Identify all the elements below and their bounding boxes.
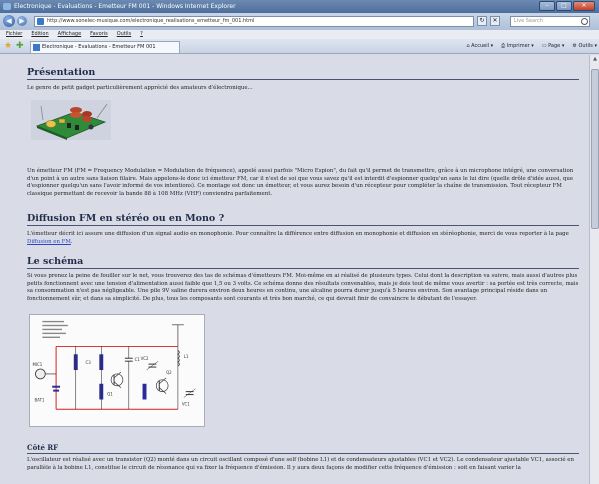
tab-page-icon bbox=[33, 44, 40, 51]
favorites-star-icon[interactable]: ★ bbox=[4, 42, 12, 51]
window-controls: – □ ✕ bbox=[539, 1, 595, 11]
mic-label: MIC1 bbox=[33, 362, 43, 367]
menu-affichage[interactable]: Affichage bbox=[58, 30, 82, 39]
section-presentation: Présentation Le genre de petit gadget pa… bbox=[27, 67, 579, 93]
refresh-icon[interactable]: ↻ bbox=[477, 16, 487, 26]
pcb-photo bbox=[31, 100, 111, 140]
diffusion-fm-link[interactable]: Diffusion en FM bbox=[27, 239, 71, 245]
vertical-scrollbar[interactable]: ▲ bbox=[589, 55, 599, 484]
ie-icon bbox=[3, 3, 11, 10]
page-label: Page bbox=[548, 43, 561, 49]
address-tools: ↻ ✕ bbox=[477, 16, 500, 26]
page-menu-button[interactable]: ▭ Page ▾ bbox=[542, 42, 565, 51]
heading-schema: Le schéma bbox=[27, 256, 579, 269]
menu-help[interactable]: ? bbox=[140, 30, 143, 39]
print-label: Imprimer bbox=[506, 43, 530, 49]
menu-favoris[interactable]: Favoris bbox=[90, 30, 108, 39]
scroll-up-icon[interactable]: ▲ bbox=[591, 56, 599, 66]
window-title: Electronique - Evaluations - Emetteur FM… bbox=[14, 3, 236, 10]
tab-label: Electronique - Evaluations - Emetteur FM… bbox=[42, 44, 156, 50]
print-button[interactable]: ⎙ Imprimer ▾ bbox=[501, 42, 534, 51]
forward-button[interactable]: ▶ bbox=[17, 16, 27, 26]
c3-label: C3 bbox=[86, 360, 92, 365]
title-bar: Electronique - Evaluations - Emetteur FM… bbox=[0, 0, 599, 13]
page-viewport: Présentation Le genre de petit gadget pa… bbox=[0, 55, 599, 484]
minimize-button[interactable]: – bbox=[539, 1, 555, 11]
rf-body: L'oscillateur est réalisé avec un transi… bbox=[27, 457, 574, 471]
schematic-diagram: BAT1 MIC1 Q1 C1 Q2 L1 VC1 VC2 C3 bbox=[29, 314, 205, 427]
command-bar: ⌂ Accueil ▾ ⎙ Imprimer ▾ ▭ Page ▾ ⚙ Outi… bbox=[466, 42, 597, 51]
heading-rf: Côté RF bbox=[27, 443, 579, 454]
scroll-thumb[interactable] bbox=[591, 69, 599, 229]
menu-edition[interactable]: Edition bbox=[31, 30, 48, 39]
presentation-body: Un émetteur FM (FM = Frequency Modulatio… bbox=[27, 168, 574, 197]
search-icon[interactable] bbox=[581, 18, 588, 25]
vc2-label: VC2 bbox=[141, 356, 149, 361]
search-input[interactable]: Live Search bbox=[510, 16, 590, 27]
vc1-label: VC1 bbox=[182, 401, 190, 406]
back-button[interactable]: ◀ bbox=[3, 15, 15, 27]
q2-label: Q2 bbox=[166, 370, 172, 375]
search-placeholder: Live Search bbox=[514, 18, 543, 24]
tab-bar: ★ ✚ Electronique - Evaluations - Emetteu… bbox=[0, 39, 599, 54]
stop-icon[interactable]: ✕ bbox=[490, 16, 500, 26]
stereo-body: L'émetteur décrit ici assure une diffusi… bbox=[27, 231, 579, 246]
heading-presentation: Présentation bbox=[27, 67, 579, 80]
tools-label: Outils bbox=[578, 43, 593, 49]
page-icon bbox=[37, 18, 44, 25]
url-text: http://www.sonelec-musique.com/electroni… bbox=[47, 18, 255, 24]
address-bar: ◀ ▶ http://www.sonelec-musique.com/elect… bbox=[0, 13, 599, 30]
section-stereo: Diffusion FM en stéréo ou en Mono ? L'ém… bbox=[27, 213, 579, 246]
l1-label: L1 bbox=[184, 354, 189, 359]
section-rf: Côté RF L'oscillateur est réalisé avec u… bbox=[27, 443, 579, 472]
presentation-body-block: Un émetteur FM (FM = Frequency Modulatio… bbox=[27, 168, 579, 198]
c1-label: C1 bbox=[135, 357, 141, 362]
stereo-text: L'émetteur décrit ici assure une diffusi… bbox=[27, 231, 569, 237]
add-favorite-icon[interactable]: ✚ bbox=[16, 42, 24, 51]
menu-fichier[interactable]: Fichier bbox=[6, 30, 22, 39]
heading-stereo: Diffusion FM en stéréo ou en Mono ? bbox=[27, 213, 579, 226]
menu-bar: Fichier Edition Affichage Favoris Outils… bbox=[0, 30, 599, 39]
tab-current[interactable]: Electronique - Evaluations - Emetteur FM… bbox=[30, 41, 180, 53]
schema-body: Si vous prenez la peine de fouiller sur … bbox=[27, 273, 579, 302]
home-button[interactable]: ⌂ Accueil ▾ bbox=[466, 42, 493, 51]
presentation-intro: Le genre de petit gadget particulièremen… bbox=[27, 85, 253, 91]
section-schema: Le schéma Si vous prenez la peine de fou… bbox=[27, 256, 579, 303]
battery-label: BAT1 bbox=[34, 397, 44, 402]
url-input[interactable]: http://www.sonelec-musique.com/electroni… bbox=[34, 16, 474, 27]
close-button[interactable]: ✕ bbox=[573, 1, 595, 11]
stereo-tail: . bbox=[70, 238, 73, 245]
tools-menu-button[interactable]: ⚙ Outils ▾ bbox=[572, 42, 597, 51]
maximize-button[interactable]: □ bbox=[556, 1, 572, 11]
menu-outils[interactable]: Outils bbox=[117, 30, 131, 39]
home-label: Accueil bbox=[471, 43, 490, 49]
q1-label: Q1 bbox=[107, 392, 113, 397]
